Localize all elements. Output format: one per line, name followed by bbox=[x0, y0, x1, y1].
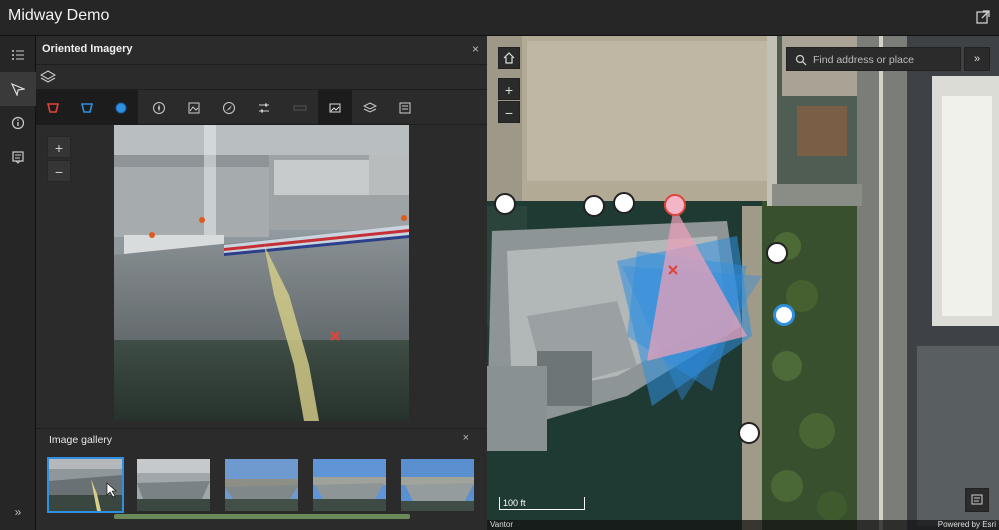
gallery-icon bbox=[329, 103, 341, 112]
map-zoom-out-button[interactable]: − bbox=[498, 101, 520, 123]
left-nav-strip: » bbox=[0, 36, 36, 530]
thumbnail-image bbox=[313, 459, 386, 511]
powered-by-text[interactable]: Powered by Esri bbox=[938, 520, 996, 529]
image-gallery-tool[interactable] bbox=[318, 90, 352, 125]
oriented-imagery-panel: Oriented Imagery × + − Image gallery × bbox=[36, 36, 487, 530]
camera-location-icon bbox=[46, 102, 60, 113]
sliders-icon bbox=[259, 103, 269, 112]
external-link-icon[interactable] bbox=[975, 9, 991, 25]
image-gallery-header: Image gallery × bbox=[36, 428, 487, 450]
stack-icon bbox=[363, 101, 377, 113]
gallery-thumbnail[interactable] bbox=[401, 459, 474, 511]
thumbnail-image bbox=[401, 459, 474, 511]
gallery-thumbnail[interactable] bbox=[47, 457, 124, 513]
camera-marker-icon[interactable] bbox=[583, 195, 605, 217]
satellite-basemap bbox=[487, 36, 999, 530]
oriented-imagery-button[interactable] bbox=[0, 72, 36, 106]
gallery-thumbnail[interactable] bbox=[137, 459, 210, 511]
measure-icon bbox=[293, 105, 307, 110]
image-enhancement-tool[interactable] bbox=[247, 90, 281, 125]
camera-marker-icon[interactable] bbox=[738, 422, 760, 444]
oriented-imagery-toolbar bbox=[36, 89, 487, 125]
attribution-text: Vantor bbox=[490, 520, 513, 529]
navigate-icon bbox=[223, 101, 235, 114]
thumbnail-image bbox=[225, 459, 298, 511]
panel-title: Oriented Imagery bbox=[42, 43, 133, 55]
viewer-zoom-in-button[interactable]: + bbox=[47, 136, 71, 158]
coverage-circle-icon bbox=[115, 102, 127, 113]
ship-photo bbox=[114, 125, 409, 421]
expand-nav-button[interactable]: » bbox=[0, 500, 36, 524]
gallery-scrollbar[interactable] bbox=[114, 514, 410, 519]
map-view[interactable]: + − » 100 ft Vantor Powered by Esri bbox=[487, 36, 999, 530]
highlighted-camera-marker-icon[interactable] bbox=[773, 304, 795, 326]
image-map-icon bbox=[188, 102, 200, 113]
coverage-tool[interactable] bbox=[104, 90, 138, 125]
legend-icon bbox=[12, 151, 24, 164]
export-icon bbox=[399, 102, 411, 113]
layers-tool[interactable] bbox=[353, 90, 387, 125]
legend-button[interactable] bbox=[0, 140, 36, 174]
footprint-icon bbox=[80, 102, 94, 113]
info-icon bbox=[11, 116, 25, 130]
search-icon bbox=[795, 54, 807, 66]
home-button[interactable] bbox=[498, 47, 520, 69]
export-tool[interactable] bbox=[388, 90, 422, 125]
list-icon bbox=[12, 50, 24, 60]
oriented-image-viewer[interactable] bbox=[114, 125, 409, 421]
direction-tool[interactable] bbox=[142, 90, 176, 125]
gallery-thumbnail[interactable] bbox=[313, 459, 386, 511]
panel-close-button[interactable]: × bbox=[472, 42, 479, 56]
oriented-imagery-icon bbox=[11, 82, 25, 96]
legend-icon bbox=[971, 494, 983, 505]
layer-selector-row bbox=[36, 64, 487, 88]
attribution-bar bbox=[487, 520, 999, 530]
app-header: Midway Demo bbox=[0, 0, 999, 36]
map-legend-button[interactable] bbox=[965, 488, 989, 512]
home-icon bbox=[503, 52, 515, 64]
thumbnail-image bbox=[137, 459, 210, 511]
target-point-marker-icon bbox=[330, 331, 340, 341]
scale-label: 100 ft bbox=[503, 498, 526, 508]
info-button[interactable] bbox=[0, 106, 36, 140]
app-title: Midway Demo bbox=[8, 7, 110, 24]
map-search bbox=[786, 47, 961, 71]
layers-icon[interactable] bbox=[40, 69, 56, 85]
camera-marker-icon[interactable] bbox=[613, 192, 635, 214]
navigate-tool[interactable] bbox=[212, 90, 246, 125]
image-to-map-tool[interactable] bbox=[177, 90, 211, 125]
gallery-close-button[interactable]: × bbox=[463, 432, 469, 444]
gallery-title: Image gallery bbox=[49, 434, 113, 446]
camera-location-tool[interactable] bbox=[36, 90, 70, 125]
search-expand-button[interactable]: » bbox=[964, 47, 990, 71]
measure-tool[interactable] bbox=[283, 90, 317, 125]
map-target-marker-icon bbox=[668, 265, 678, 275]
layer-list-button[interactable] bbox=[0, 38, 36, 72]
thumbnail-image bbox=[49, 459, 122, 511]
compass-direction-icon bbox=[153, 101, 165, 114]
gallery-thumbnail[interactable] bbox=[225, 459, 298, 511]
image-footprint-tool[interactable] bbox=[70, 90, 104, 125]
camera-marker-icon[interactable] bbox=[494, 193, 516, 215]
viewer-zoom-out-button[interactable]: − bbox=[47, 160, 71, 182]
selected-camera-marker-icon[interactable] bbox=[664, 194, 686, 216]
search-input[interactable] bbox=[813, 51, 953, 69]
camera-marker-icon[interactable] bbox=[766, 242, 788, 264]
map-zoom-in-button[interactable]: + bbox=[498, 78, 520, 100]
